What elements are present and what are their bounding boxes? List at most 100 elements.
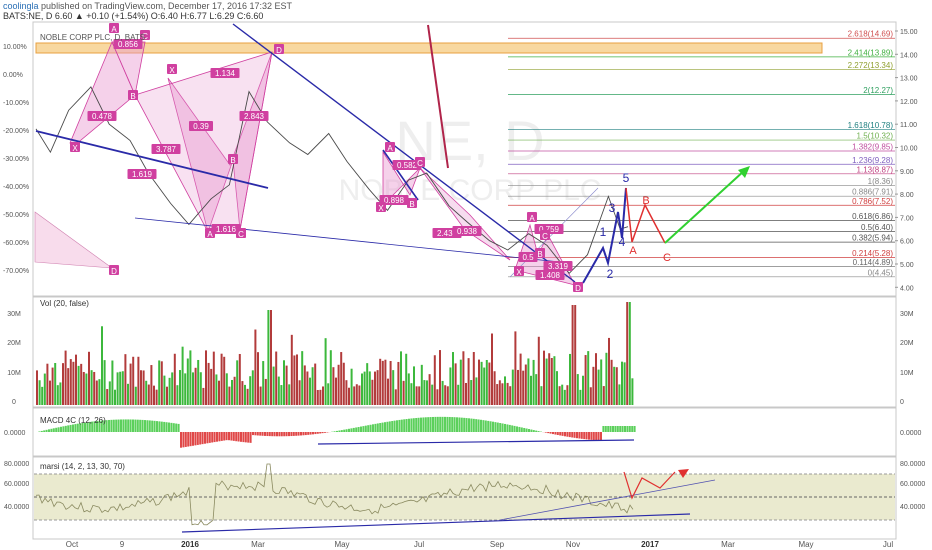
pattern-ratio: 1.408 [540, 271, 561, 280]
macd-bar [38, 431, 41, 432]
volume-bar [413, 366, 415, 405]
price-tick-label: 4.00 [900, 285, 914, 292]
volume-bar [361, 373, 363, 405]
macd-bar [444, 416, 446, 432]
volume-bar [231, 379, 233, 405]
volume-panel-title: Vol (20, false) [40, 299, 89, 308]
volume-bar [147, 384, 150, 405]
macd-bar [468, 418, 470, 432]
vol-tick-left: 0 [12, 399, 16, 406]
percent-axis-left[interactable]: 10.00% 0.00% -10.00% -20.00% -30.00% -40.00% -… [3, 44, 29, 275]
volume-bar [108, 381, 111, 405]
volume-bar [488, 362, 491, 405]
chart-canvas[interactable]: NE, D NOBLE CORP PLC 2.618(14.69)2.414(1… [0, 0, 932, 550]
volume-bar [335, 377, 337, 405]
macd-bar [559, 432, 562, 436]
volume-bar [353, 386, 356, 405]
vol-tick-right: 30M [900, 311, 914, 318]
volume-bar [280, 385, 283, 405]
volume-bar [36, 370, 38, 405]
rsi-tick-left: 40.0000 [4, 504, 29, 511]
volume-bar [75, 354, 77, 405]
volume-bar [319, 389, 322, 405]
vol-tick-left: 10M [7, 370, 21, 377]
macd-bar [304, 432, 307, 436]
volume-bar [85, 373, 88, 405]
macd-bar [50, 428, 53, 432]
macd-bar [556, 432, 559, 436]
fib-level-label: 1.618(10.78) [848, 121, 894, 130]
pattern-ratio: 0.938 [457, 227, 478, 236]
pattern-point-label: X [169, 66, 175, 75]
volume-bar [153, 385, 155, 405]
volume-bar [618, 384, 621, 405]
volume-bar [470, 380, 473, 405]
macd-bar [448, 416, 451, 432]
macd-bar [170, 422, 173, 432]
macd-bar [434, 416, 437, 432]
macd-bar [496, 422, 499, 432]
volume-bar [54, 362, 57, 405]
macd-bar [566, 432, 569, 437]
macd-bar [321, 432, 324, 434]
macd-bar [429, 417, 432, 432]
vol-tick-right: 20M [900, 340, 914, 347]
volume-bar [537, 336, 540, 405]
volume-bar [602, 386, 605, 405]
volume-bar [176, 385, 179, 405]
macd-bar [549, 432, 552, 434]
volume-bar [483, 367, 486, 405]
macd-bar [532, 430, 535, 432]
volume-bar [623, 362, 626, 405]
rsi-tick-right: 80.0000 [900, 461, 925, 468]
time-tick-label: May [334, 540, 349, 549]
macd-bar [376, 423, 379, 432]
macd-bar [477, 419, 480, 432]
volume-bar [519, 353, 522, 405]
macd-bar [561, 432, 564, 436]
macd-bar [600, 432, 602, 441]
macd-bar [472, 418, 475, 432]
volume-bar [134, 386, 137, 405]
volume-bar [368, 371, 371, 405]
macd-bar [136, 419, 139, 432]
macd-bar [105, 420, 108, 432]
fib-level-label: 0.618(6.86) [852, 212, 893, 221]
macd-bar [398, 419, 401, 432]
volume-bar [548, 353, 551, 405]
time-axis[interactable]: Oct 9 2016 Mar May Jul Sep Nov 2017 Mar May Jul [66, 540, 894, 549]
volume-bar [272, 366, 275, 405]
macd-bar [604, 426, 607, 432]
volume-bar [597, 369, 600, 405]
percent-tick-label: -10.00% [3, 100, 29, 107]
macd-bar [129, 419, 132, 432]
macd-bar [151, 420, 154, 432]
volume-bar [563, 389, 566, 405]
macd-bar [528, 429, 530, 432]
volume-bar [340, 352, 343, 405]
macd-bar [139, 419, 142, 432]
macd-bar [544, 432, 547, 433]
volume-bar [324, 338, 327, 405]
volume-bar [197, 359, 200, 405]
price-axis-right[interactable]: 15.00 14.00 13.00 12.00 11.00 10.00 9.00 8.00 7.… [895, 29, 918, 292]
rsi-tick-left: 60.0000 [4, 481, 29, 488]
fib-level-label: 0.114(4.89) [853, 258, 894, 267]
volume-bar [459, 359, 462, 405]
macd-bar [220, 432, 223, 441]
volume-bar [592, 366, 595, 405]
fib-level-label: 0(4.45) [868, 268, 894, 277]
pattern-point-label: A [529, 214, 535, 223]
macd-bar [240, 432, 242, 442]
volume-bar [43, 373, 46, 405]
volume-bar [478, 359, 480, 405]
volume-bar [51, 367, 54, 405]
pattern-point-label: C [542, 232, 548, 241]
volume-bar [472, 352, 475, 405]
volume-bar [119, 371, 122, 405]
volume-bar [306, 371, 309, 405]
macd-bar [403, 419, 406, 432]
macd-bar [626, 426, 629, 432]
pattern-ratio: 1.134 [215, 69, 236, 78]
volume-bar [485, 359, 488, 405]
